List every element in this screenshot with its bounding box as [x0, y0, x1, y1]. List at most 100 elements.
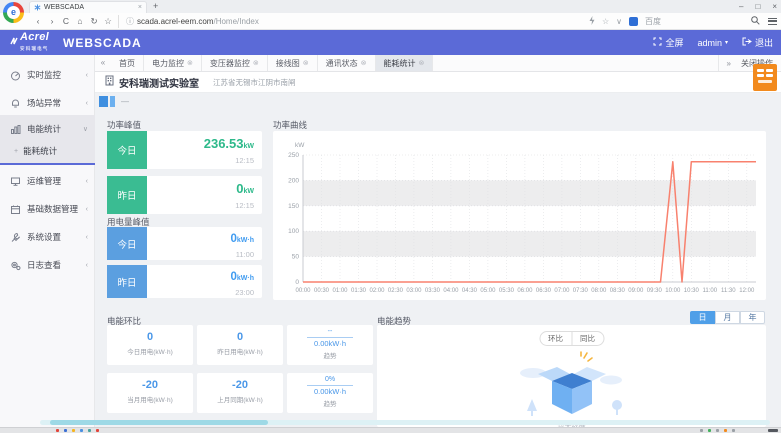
sidebar-item-station-abnormal[interactable]: 场站异常 ‹: [0, 91, 95, 115]
sidebar-subitem-energy-consumption[interactable]: + 能耗统计: [0, 141, 95, 161]
chevron-icon: ‹: [86, 262, 88, 269]
sidebar-item-realtime-monitor[interactable]: 实时监控 ‹: [0, 63, 95, 87]
favorite-icon[interactable]: ☆: [102, 13, 114, 29]
range-button-year[interactable]: 年: [740, 311, 765, 324]
tab-energy-statistics[interactable]: 能耗统计⊗: [376, 55, 434, 71]
svg-text:01:00: 01:00: [332, 288, 348, 294]
tabs-collapse-icon[interactable]: «: [95, 55, 111, 71]
compare-value: -20: [197, 379, 283, 391]
window-close-button[interactable]: ×: [772, 0, 777, 13]
restore-icon[interactable]: ↻: [88, 13, 100, 29]
sidebar-item-operations[interactable]: 运维管理 ‹: [0, 169, 95, 193]
tab-close-icon[interactable]: ⊗: [303, 59, 309, 67]
toggle-ring-compare[interactable]: 环比: [540, 332, 571, 345]
station-row: 安科瑞测试实验室 江苏省无锡市江阴市南闸: [95, 72, 781, 93]
scrollbar-thumb[interactable]: [50, 420, 268, 425]
grid-icon: [755, 68, 775, 78]
selector-block-secondary[interactable]: [110, 96, 115, 107]
compare-value: -20: [107, 379, 193, 391]
building-icon: [105, 73, 114, 91]
sidebar-item-energy-statistics[interactable]: 电能统计 ∨: [0, 117, 95, 141]
svg-text:07:30: 07:30: [573, 288, 589, 294]
fraction-rule: [307, 385, 353, 386]
sidebar-item-log-view[interactable]: 日志查看 ‹: [0, 253, 95, 277]
tab-close-icon[interactable]: ⊗: [253, 59, 259, 67]
menu-icon[interactable]: [768, 18, 777, 25]
sidebar-item-label: 基础数据管理: [27, 203, 86, 215]
range-button-day[interactable]: 日: [690, 311, 715, 324]
tab-wiring-diagram[interactable]: 接线图⊗: [268, 55, 318, 71]
tab-close-icon[interactable]: ×: [138, 4, 142, 11]
sidebar-item-basic-data[interactable]: 基础数据管理 ‹: [0, 197, 95, 221]
range-button-month[interactable]: 月: [715, 311, 740, 324]
tab-home[interactable]: 首页: [111, 55, 144, 71]
empty-box-illustration: [507, 349, 637, 427]
flash-icon[interactable]: [589, 16, 595, 27]
fullscreen-icon: [653, 37, 662, 48]
main-area: « 首页 电力监控⊗ 变压器监控⊗ 接线图⊗ 通讯状态⊗ 能耗统计⊗ » 关闭操…: [95, 55, 781, 427]
svg-text:00:30: 00:30: [314, 288, 330, 294]
taskbar[interactable]: [0, 427, 781, 433]
logout-button[interactable]: 退出: [742, 36, 773, 49]
sidebar-item-label: 场站异常: [27, 97, 86, 109]
bookmark-star-icon[interactable]: ☆: [602, 17, 609, 26]
selector-block-primary[interactable]: [99, 96, 108, 107]
tab-close-icon[interactable]: ⊗: [361, 59, 367, 67]
svg-text:12:00: 12:00: [739, 288, 755, 294]
toggle-year-compare[interactable]: 同比: [571, 332, 603, 345]
search-icon[interactable]: [751, 12, 760, 30]
brand-name: Acrel: [20, 31, 49, 43]
trend-range-group: 日 月 年: [690, 311, 765, 324]
baidu-logo-icon[interactable]: [629, 17, 638, 26]
power-peak-card-today: 今日 236.53kW 12:15: [107, 131, 262, 169]
back-icon[interactable]: ‹: [32, 13, 44, 29]
peak-time: 23:00: [147, 288, 254, 297]
new-tab-button[interactable]: +: [153, 0, 158, 13]
power-peak-card-yesterday: 昨日 0kW 12:15: [107, 176, 262, 214]
tab-power-monitor[interactable]: 电力监控⊗: [144, 55, 202, 71]
svg-text:09:30: 09:30: [647, 288, 663, 294]
svg-text:02:30: 02:30: [388, 288, 404, 294]
tab-close-icon[interactable]: ⊗: [187, 59, 193, 67]
tab-comm-status[interactable]: 通讯状态⊗: [318, 55, 376, 71]
user-menu[interactable]: admin▾: [697, 38, 728, 48]
forward-icon[interactable]: ›: [46, 13, 58, 29]
quick-panel-button[interactable]: [753, 64, 777, 91]
window-minimize-button[interactable]: –: [739, 0, 743, 13]
home-icon[interactable]: ⌂: [74, 13, 86, 29]
chevron-icon: ‹: [86, 100, 88, 107]
power-unit: kW: [244, 188, 255, 195]
browser-logo-icon[interactable]: e: [3, 2, 24, 23]
compare-card-day-trend: -- 0.00kW·h 趋势: [287, 325, 373, 365]
svg-text:250: 250: [288, 152, 299, 159]
svg-text:200: 200: [288, 177, 299, 184]
svg-text:04:30: 04:30: [462, 288, 478, 294]
site-info-icon[interactable]: ⓘ: [126, 17, 134, 26]
tabs-expand-icon[interactable]: »: [727, 59, 731, 68]
sidebar-item-label: 日志查看: [27, 259, 86, 271]
compare-card-month-trend: 0% 0.00kW·h 趋势: [287, 373, 373, 413]
address-bar[interactable]: ⓘscada.acrel-eem.com/Home/Index: [118, 15, 548, 28]
energy-compare-grid: 0 今日用电(kW·h) 0 昨日用电(kW·h) -- 0.00kW·h 趋势…: [107, 325, 373, 413]
compare-card-lastmonth-usage: -20 上月同期(kW·h): [197, 373, 283, 413]
svg-text:01:30: 01:30: [351, 288, 367, 294]
svg-text:07:00: 07:00: [554, 288, 570, 294]
refresh-icon[interactable]: C: [60, 13, 72, 29]
caret-down-icon[interactable]: ∨: [616, 17, 622, 26]
peak-time: 12:15: [147, 201, 254, 210]
energy-unit: kW·h: [237, 237, 254, 244]
svg-text:kW: kW: [295, 142, 305, 149]
calendar-icon: [10, 204, 22, 215]
tab-close-icon[interactable]: ⊗: [419, 59, 425, 67]
browser-tab[interactable]: WEBSCADA ×: [29, 1, 147, 13]
brand-logo: Acrel 安科瑞电气 WEBSCADA: [10, 32, 142, 54]
svg-text:11:30: 11:30: [721, 288, 736, 294]
period-badge: 今日: [107, 131, 147, 169]
svg-text:04:00: 04:00: [443, 288, 459, 294]
baidu-bookmark-label[interactable]: 百度: [645, 16, 661, 27]
fullscreen-button[interactable]: 全屏: [653, 36, 683, 49]
energy-bars-icon: [10, 124, 22, 135]
tab-transformer-monitor[interactable]: 变压器监控⊗: [202, 55, 268, 71]
svg-text:06:30: 06:30: [536, 288, 552, 294]
sidebar-item-system-settings[interactable]: 系统设置 ‹: [0, 225, 95, 249]
